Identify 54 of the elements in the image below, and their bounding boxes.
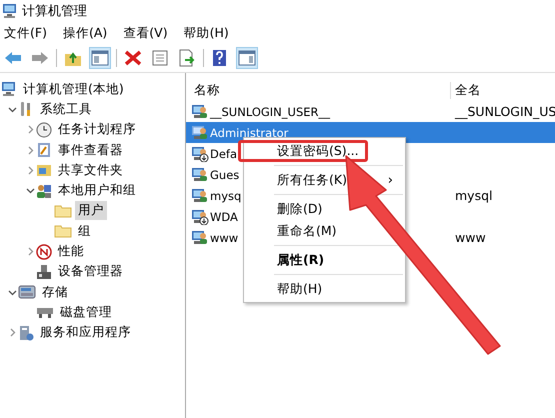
- forward-icon[interactable]: [31, 49, 49, 67]
- computer-icon: [2, 3, 18, 19]
- submenu-arrow: ›: [388, 172, 393, 188]
- menu-item[interactable]: 查看(V): [123, 22, 176, 44]
- log-icon: [36, 142, 52, 158]
- menu-item[interactable]: 操作(A): [62, 22, 116, 44]
- tree-item[interactable]: 任务计划程序: [55, 120, 139, 140]
- device-icon: [36, 264, 52, 280]
- column-header[interactable]: 全名: [450, 82, 555, 98]
- help-icon[interactable]: [211, 49, 229, 67]
- users-icon: [36, 182, 52, 199]
- tree-item[interactable]: 用户: [75, 201, 107, 220]
- tree-item[interactable]: 事件查看器: [55, 140, 126, 160]
- menu-item[interactable]: 所有任务(K): [244, 169, 351, 191]
- back-icon[interactable]: [4, 49, 22, 67]
- menu-item[interactable]: 属性(R): [244, 249, 328, 271]
- user-name[interactable]: __SUNLOGIN_USER__: [209, 104, 331, 120]
- disk-icon: [36, 305, 54, 320]
- services-icon: [18, 324, 34, 341]
- shared-folder-icon: [36, 162, 52, 178]
- tree-item[interactable]: 磁盘管理: [57, 302, 115, 322]
- highlighted-menu-item[interactable]: 设置密码(S)...: [238, 140, 368, 162]
- tree-item[interactable]: 存储: [39, 282, 71, 302]
- computer-icon: [1, 81, 17, 98]
- menu-item[interactable]: 帮助(H): [184, 22, 237, 44]
- properties-icon[interactable]: [151, 49, 169, 67]
- tree-item[interactable]: 本地用户和组: [55, 181, 139, 200]
- pane-toggle-icon[interactable]: [91, 49, 109, 67]
- tree-item[interactable]: 组: [75, 222, 94, 241]
- full-name: mysql: [454, 188, 492, 203]
- folder-icon: [54, 224, 72, 238]
- storage-icon: [18, 284, 36, 300]
- full-name: www: [454, 230, 486, 245]
- action-pane-icon[interactable]: [238, 49, 256, 67]
- tree-item[interactable]: 服务和应用程序: [37, 323, 134, 342]
- menu-item[interactable]: 文件(F): [4, 22, 55, 44]
- folder-icon: [54, 204, 72, 218]
- tree-item[interactable]: 系统工具: [37, 100, 95, 119]
- gauge-icon: [36, 244, 52, 260]
- menu-item[interactable]: 删除(D): [244, 198, 326, 220]
- clock-icon: [36, 122, 52, 138]
- export-icon[interactable]: [178, 49, 196, 67]
- user-name[interactable]: Gues: [209, 166, 240, 182]
- menu-item[interactable]: 帮助(H): [244, 278, 326, 300]
- close-icon[interactable]: [124, 49, 142, 67]
- tree-item[interactable]: 设备管理器: [55, 262, 126, 282]
- tree-item[interactable]: 性能: [55, 242, 87, 262]
- user-name[interactable]: www: [209, 230, 240, 246]
- menu-item[interactable]: 重命名(M): [244, 220, 341, 242]
- tree-item[interactable]: 计算机管理(本地): [20, 80, 127, 99]
- column-header[interactable]: 名称: [186, 82, 450, 98]
- tree-item[interactable]: 共享文件夹: [55, 160, 126, 180]
- window-title: 计算机管理: [22, 3, 87, 20]
- user-name[interactable]: mysq: [209, 188, 242, 204]
